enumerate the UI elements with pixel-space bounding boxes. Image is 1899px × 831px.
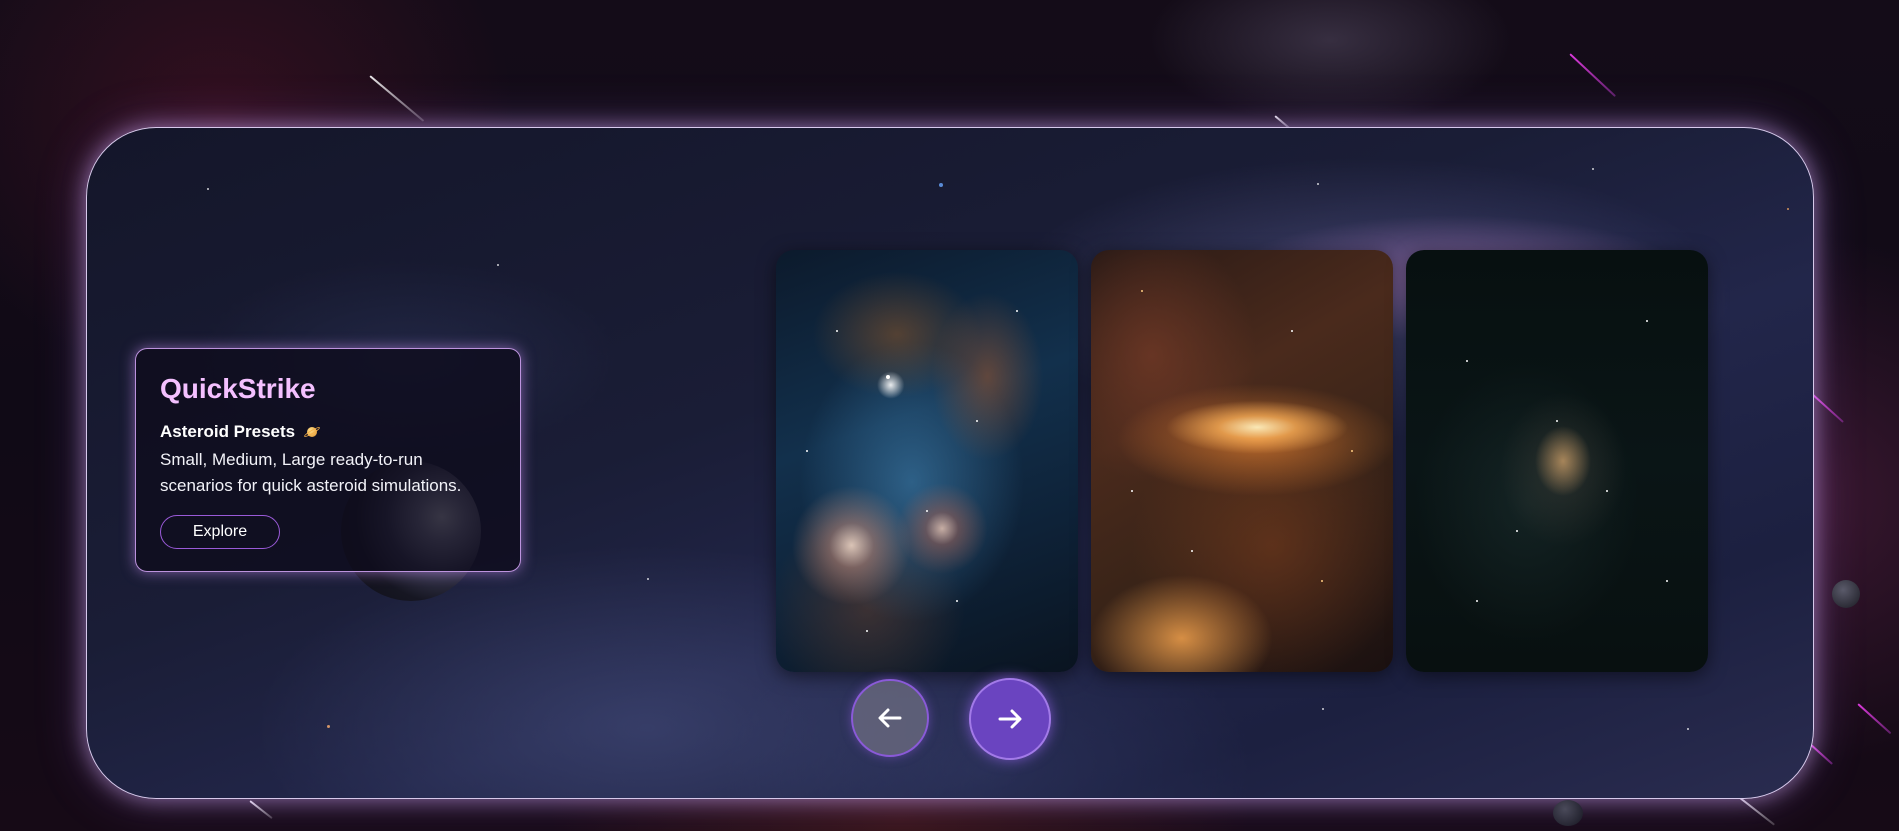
explore-button[interactable]: Explore [160, 515, 280, 549]
info-card-subtitle: Asteroid Presets [160, 421, 496, 443]
arrow-left-icon [878, 708, 902, 728]
carousel-card-dark-starfield[interactable] [1406, 250, 1708, 672]
hero-panel: QuickStrike Asteroid Presets Small, Medi… [86, 127, 1814, 799]
carousel-prev-button[interactable] [851, 679, 929, 757]
meteor-streak [369, 75, 425, 122]
star [1687, 728, 1689, 730]
star [1787, 208, 1789, 210]
meteor-streak [1809, 743, 1833, 765]
carousel-card-orange-galaxy[interactable] [1091, 250, 1393, 672]
space-background: QuickStrike Asteroid Presets Small, Medi… [0, 0, 1899, 831]
star [327, 725, 330, 728]
carousel-next-button[interactable] [969, 678, 1051, 760]
star [1592, 168, 1594, 170]
star [207, 188, 209, 190]
star [647, 578, 649, 580]
arrow-right-icon [998, 709, 1022, 729]
asteroid [1832, 580, 1860, 608]
meteor-streak [1569, 53, 1617, 98]
info-card-subtitle-text: Asteroid Presets [160, 422, 296, 441]
info-card: QuickStrike Asteroid Presets Small, Medi… [135, 348, 521, 572]
asteroid [1553, 800, 1583, 826]
star [1317, 183, 1319, 185]
carousel-card-blue-nebula[interactable] [776, 250, 1078, 672]
star [497, 264, 499, 266]
meteor-streak [1857, 703, 1892, 735]
meteor-streak [249, 800, 273, 820]
star [939, 183, 943, 187]
saturn-icon [303, 423, 321, 441]
star [1322, 708, 1324, 710]
meteor-streak [1811, 393, 1844, 423]
info-card-title: QuickStrike [160, 373, 316, 404]
info-card-description: Small, Medium, Large ready-to-run scenar… [160, 450, 462, 495]
